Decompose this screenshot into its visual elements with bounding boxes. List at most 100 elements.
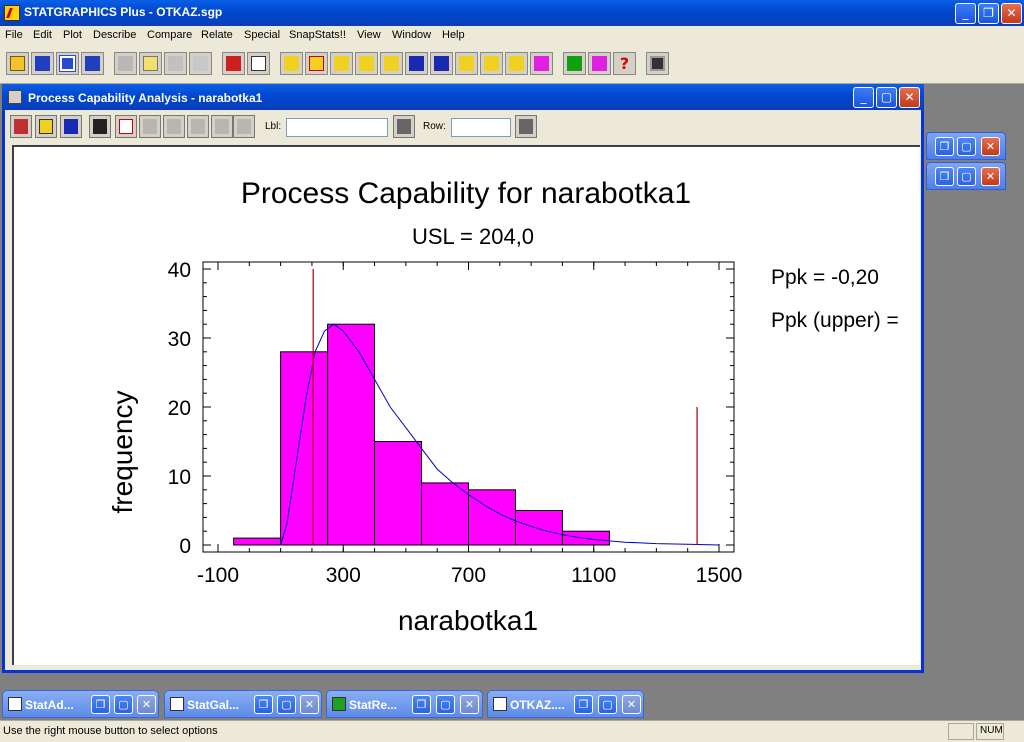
close-icon[interactable]: ✕ bbox=[981, 167, 1000, 186]
y-tick-label: 30 bbox=[168, 328, 191, 351]
scatter-plot-icon[interactable] bbox=[280, 52, 303, 75]
save-results-icon[interactable] bbox=[89, 115, 111, 138]
minimized-label: StatGal... bbox=[187, 698, 240, 712]
status-message: Use the right mouse button to select opt… bbox=[3, 725, 218, 737]
child-minimize-button[interactable]: _ bbox=[853, 87, 874, 108]
restore-icon[interactable]: ❐ bbox=[935, 137, 954, 156]
close-icon[interactable]: ✕ bbox=[300, 695, 319, 714]
copy-icon[interactable] bbox=[139, 52, 162, 75]
restore-icon[interactable]: ❐ bbox=[91, 695, 110, 714]
maximize-icon[interactable]: ▢ bbox=[436, 695, 455, 714]
graph-exclude-icon[interactable] bbox=[233, 115, 255, 138]
menu-describe[interactable]: Describe bbox=[93, 29, 136, 41]
menu-file[interactable]: File bbox=[5, 29, 23, 41]
minimized-statreporter[interactable]: StatRe... ❐ ▢ ✕ bbox=[326, 690, 483, 718]
minimized-statadvisor[interactable]: StatAd... ❐ ▢ ✕ bbox=[2, 690, 159, 718]
help-question-icon[interactable]: ? bbox=[613, 52, 636, 75]
maximize-icon[interactable]: ▢ bbox=[957, 137, 976, 156]
print-icon[interactable] bbox=[222, 52, 245, 75]
undo-icon[interactable] bbox=[189, 52, 212, 75]
menu-view[interactable]: View bbox=[357, 29, 381, 41]
menu-edit[interactable]: Edit bbox=[33, 29, 52, 41]
minimized-otkaz[interactable]: OTKAZ.... ❐ ▢ ✕ bbox=[487, 690, 644, 718]
chart-pane[interactable]: Process Capability for narabotka1 USL = … bbox=[12, 145, 920, 665]
statreporter-window-icon bbox=[332, 697, 346, 711]
binoculars-row-icon[interactable] bbox=[515, 115, 537, 138]
close-icon[interactable]: ✕ bbox=[622, 695, 641, 714]
menu-window[interactable]: Window bbox=[392, 29, 431, 41]
child-close-button[interactable]: ✕ bbox=[899, 87, 920, 108]
input-dialog-icon[interactable] bbox=[10, 115, 32, 138]
calculator-data-icon[interactable] bbox=[81, 52, 104, 75]
process-capability-chart: Process Capability for narabotka1 USL = … bbox=[107, 177, 899, 636]
record-icon[interactable] bbox=[115, 115, 137, 138]
lbl-label: Lbl: bbox=[265, 121, 282, 132]
maximize-icon[interactable]: ▢ bbox=[114, 695, 133, 714]
restore-button[interactable]: ❐ bbox=[978, 3, 999, 24]
print-preview-icon[interactable] bbox=[247, 52, 270, 75]
histogram-bar bbox=[514, 510, 563, 546]
regression-icon[interactable] bbox=[380, 52, 403, 75]
minimize-button[interactable]: _ bbox=[955, 3, 976, 24]
menu-special[interactable]: Special bbox=[244, 29, 280, 41]
graph-rotate-icon[interactable] bbox=[187, 115, 209, 138]
datasheet-icon[interactable] bbox=[56, 52, 79, 75]
x-tick-label: 1100 bbox=[571, 564, 616, 587]
maximize-icon[interactable]: ▢ bbox=[598, 695, 617, 714]
statadvisor-window-icon bbox=[8, 697, 22, 711]
minimized-statgallery[interactable]: StatGal... ❐ ▢ ✕ bbox=[164, 690, 322, 718]
lbl-input[interactable] bbox=[286, 118, 388, 137]
time-series-icon[interactable] bbox=[455, 52, 478, 75]
close-icon[interactable]: ✕ bbox=[981, 137, 1000, 156]
statadvisor-icon[interactable] bbox=[563, 52, 586, 75]
cluster-icon[interactable] bbox=[505, 52, 528, 75]
paste-icon[interactable] bbox=[164, 52, 187, 75]
restore-icon[interactable]: ❐ bbox=[412, 695, 431, 714]
close-button[interactable]: ✕ bbox=[1001, 3, 1022, 24]
x-tick-label: 300 bbox=[326, 564, 361, 587]
graphical-options-icon[interactable] bbox=[60, 115, 82, 138]
glm-icon[interactable] bbox=[530, 52, 553, 75]
menu-plot[interactable]: Plot bbox=[63, 29, 82, 41]
chart-title: Process Capability for narabotka1 bbox=[241, 177, 691, 210]
cut-icon[interactable] bbox=[114, 52, 137, 75]
menu-snapstats[interactable]: SnapStats!! bbox=[289, 29, 346, 41]
maximize-icon[interactable]: ▢ bbox=[277, 695, 296, 714]
save-icon[interactable] bbox=[31, 52, 54, 75]
menu-help[interactable]: Help bbox=[442, 29, 465, 41]
y-axis-label: frequency bbox=[107, 391, 138, 514]
close-icon[interactable]: ✕ bbox=[137, 695, 156, 714]
minimized-window-1[interactable]: ❐ ▢ ✕ bbox=[926, 132, 1006, 160]
analysis-window-icon[interactable] bbox=[8, 90, 22, 104]
graph-move-icon[interactable] bbox=[139, 115, 161, 138]
text-options-icon[interactable] bbox=[35, 115, 57, 138]
child-window-title: Process Capability Analysis - narabotka1 bbox=[28, 91, 263, 105]
row-input[interactable] bbox=[451, 118, 511, 137]
box-plot-icon[interactable] bbox=[305, 52, 328, 75]
x-tick-label: 1500 bbox=[696, 564, 743, 587]
minimized-label: OTKAZ.... bbox=[510, 698, 565, 712]
restore-icon[interactable]: ❐ bbox=[574, 695, 593, 714]
minimized-window-2[interactable]: ❐ ▢ ✕ bbox=[926, 162, 1006, 190]
binoculars-icon[interactable] bbox=[393, 115, 415, 138]
globe-icon[interactable] bbox=[480, 52, 503, 75]
graph-identify-icon[interactable] bbox=[211, 115, 233, 138]
bar-chart-icon[interactable] bbox=[330, 52, 353, 75]
open-folder-icon[interactable] bbox=[6, 52, 29, 75]
calculator-icon[interactable] bbox=[646, 52, 669, 75]
graph-zoom-icon[interactable] bbox=[163, 115, 185, 138]
close-icon[interactable]: ✕ bbox=[460, 695, 479, 714]
restore-icon[interactable]: ❐ bbox=[254, 695, 273, 714]
maximize-icon[interactable]: ▢ bbox=[957, 167, 976, 186]
menu-compare[interactable]: Compare bbox=[147, 29, 192, 41]
control-chart-icon[interactable] bbox=[405, 52, 428, 75]
compare-icon[interactable] bbox=[355, 52, 378, 75]
app-icon[interactable] bbox=[4, 5, 20, 21]
y-tick-label: 0 bbox=[179, 535, 191, 558]
child-maximize-button[interactable]: ▢ bbox=[876, 87, 897, 108]
menu-relate[interactable]: Relate bbox=[201, 29, 233, 41]
statwizard-icon[interactable] bbox=[588, 52, 611, 75]
restore-icon[interactable]: ❐ bbox=[935, 167, 954, 186]
histogram-bar bbox=[233, 537, 282, 546]
capability-icon[interactable] bbox=[430, 52, 453, 75]
